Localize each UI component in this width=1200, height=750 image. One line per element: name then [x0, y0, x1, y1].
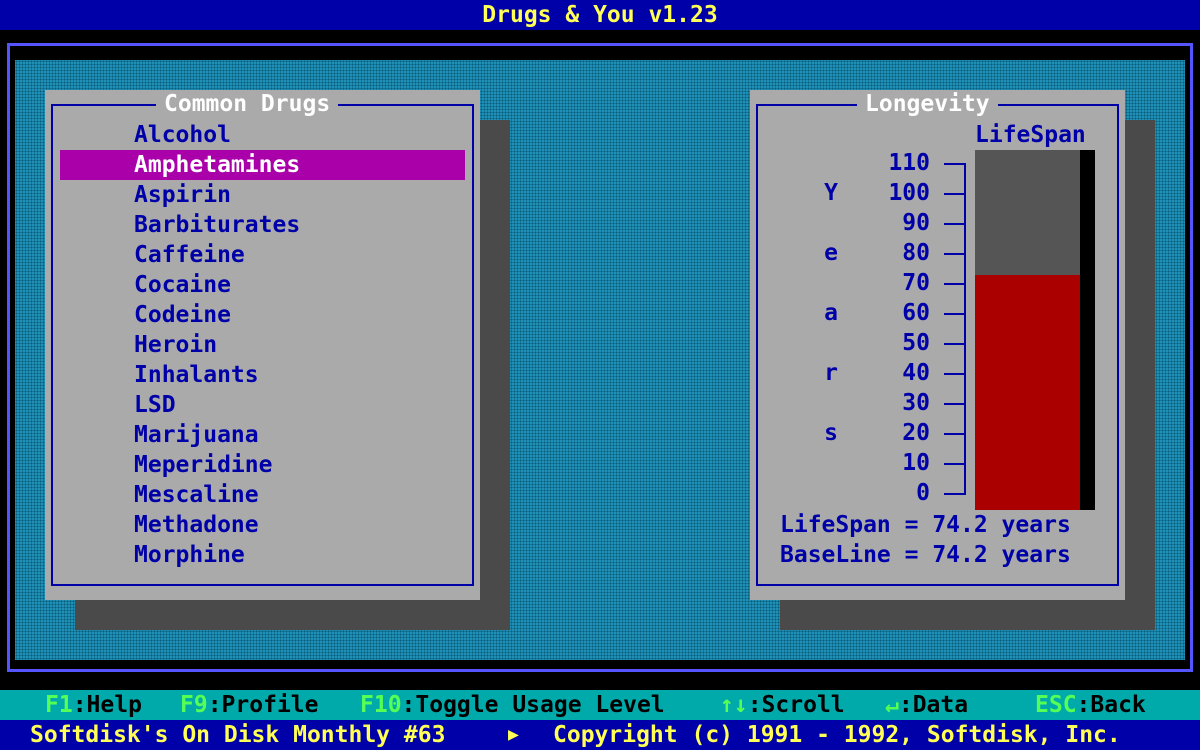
tick-mark	[944, 463, 966, 465]
drug-item-codeine[interactable]: Codeine	[60, 300, 465, 330]
footer-arrow-icon: ▶	[508, 724, 519, 745]
lifespan-bar-fill	[975, 275, 1080, 510]
key-hint[interactable]: ↵:Data	[885, 690, 968, 720]
tick-label: 110	[888, 150, 930, 176]
years-axis-letter: r	[824, 360, 838, 386]
footer-copyright: Copyright (c) 1991 - 1992, Softdisk, Inc…	[553, 722, 1121, 748]
tick-mark	[944, 193, 966, 195]
function-key-bar: F1:Help F9:Profile F10:Toggle Usage Level ↑…	[0, 690, 1200, 720]
drug-item-meperidine[interactable]: Meperidine	[60, 450, 465, 480]
key-hint-action: :Toggle Usage Level	[401, 692, 665, 718]
key-hint-action: :Scroll	[747, 692, 845, 718]
drug-item-morphine[interactable]: Morphine	[60, 540, 465, 570]
drug-item-mescaline[interactable]: Mescaline	[60, 480, 465, 510]
key-hint[interactable]: F9:Profile	[180, 690, 318, 720]
tick-label: 90	[902, 210, 930, 236]
tick-mark	[944, 223, 966, 225]
lifespan-readout: LifeSpan = 74.2 years	[780, 512, 1071, 538]
tick-label: 70	[902, 270, 930, 296]
key-hint-action: :Help	[72, 692, 142, 718]
tick-mark	[944, 283, 966, 285]
tick-mark	[944, 313, 966, 315]
key-hint[interactable]: ↑↓:Scroll	[720, 690, 845, 720]
key-hint-action: :Back	[1076, 692, 1146, 718]
drug-item-heroin[interactable]: Heroin	[60, 330, 465, 360]
window-title: Drugs & You v1.23	[0, 0, 1200, 30]
tick-label: 40	[902, 360, 930, 386]
drug-list-title: Common Drugs	[156, 91, 339, 117]
baseline-readout: BaseLine = 74.2 years	[780, 542, 1071, 568]
tick-mark	[944, 373, 966, 375]
drug-item-aspirin[interactable]: Aspirin	[60, 180, 465, 210]
tick-mark	[944, 403, 966, 405]
tick-label: 80	[902, 240, 930, 266]
lifespan-bar-edge	[1080, 150, 1095, 510]
footer-bar: Softdisk's On Disk Monthly #63 ▶ Copyrig…	[0, 720, 1200, 750]
tick-label: 100	[888, 180, 930, 206]
tick-label: 30	[902, 390, 930, 416]
tick-mark	[944, 253, 966, 255]
drug-item-alcohol[interactable]: Alcohol	[60, 120, 465, 150]
tick-mark	[944, 433, 966, 435]
tick-label: 10	[902, 450, 930, 476]
tick-label: 50	[902, 330, 930, 356]
lifespan-bar-label: LifeSpan	[975, 122, 1086, 148]
footer-publisher: Softdisk's On Disk Monthly #63	[30, 722, 446, 748]
drug-item-methadone[interactable]: Methadone	[60, 510, 465, 540]
drug-item-amphetamines[interactable]: Amphetamines	[60, 150, 465, 180]
years-axis-letter: s	[824, 420, 838, 446]
key-hint[interactable]: F10:Toggle Usage Level	[360, 690, 665, 720]
key-hint[interactable]: F1:Help	[45, 690, 142, 720]
key-hint-action: :Data	[898, 692, 969, 718]
key-hint-key: ESC	[1035, 692, 1077, 718]
axis-line	[964, 163, 966, 494]
key-hint-key: ↵	[885, 692, 899, 718]
key-hint[interactable]: ESC:Back	[1035, 690, 1146, 720]
years-axis-letter: e	[824, 240, 838, 266]
years-axis-letter: a	[824, 300, 838, 326]
key-hint-key: ↑↓	[720, 692, 748, 718]
key-hint-key: F10	[360, 692, 402, 718]
longevity-title: Longevity	[857, 91, 998, 117]
tick-label: 20	[902, 420, 930, 446]
key-hint-key: F1	[45, 692, 73, 718]
tick-mark	[944, 343, 966, 345]
drug-item-marijuana[interactable]: Marijuana	[60, 420, 465, 450]
years-axis-letter: Y	[824, 180, 838, 206]
tick-label: 0	[916, 480, 930, 506]
drug-item-caffeine[interactable]: Caffeine	[60, 240, 465, 270]
drug-item-inhalants[interactable]: Inhalants	[60, 360, 465, 390]
tick-label: 60	[902, 300, 930, 326]
key-hint-action: :Profile	[207, 692, 319, 718]
drug-item-barbiturates[interactable]: Barbiturates	[60, 210, 465, 240]
drug-item-lsd[interactable]: LSD	[60, 390, 465, 420]
tick-mark	[944, 163, 966, 165]
tick-mark	[944, 493, 966, 495]
key-hint-key: F9	[180, 692, 208, 718]
drug-item-cocaine[interactable]: Cocaine	[60, 270, 465, 300]
